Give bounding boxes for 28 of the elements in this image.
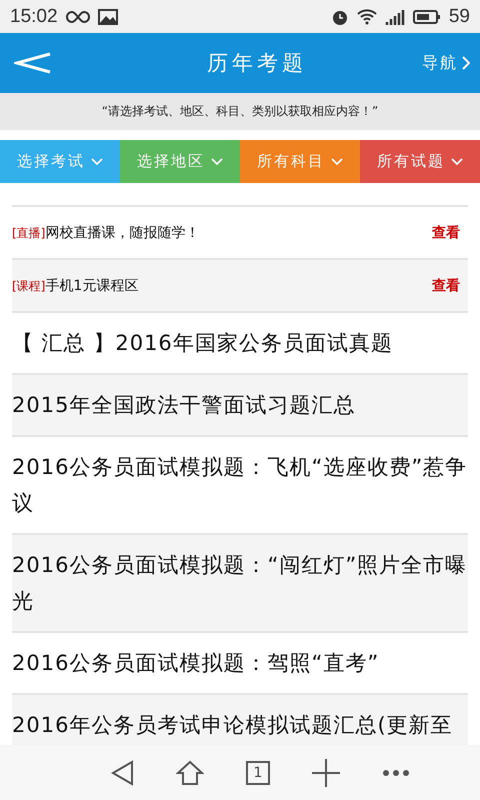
notice-text: “请选择考试、地区、科目、类别以获取相应内容！” (0, 93, 480, 130)
chevron-down-icon (91, 158, 103, 166)
view-link[interactable]: 查看 (432, 224, 468, 242)
nav-link[interactable]: 导航 (422, 52, 470, 74)
promo-text: [直播]网校直播课，随报随学！ (12, 224, 200, 242)
battery-icon (412, 8, 441, 24)
back-icon[interactable] (110, 760, 134, 786)
chevron-down-icon (451, 158, 463, 166)
filter-dropdown[interactable]: 所有试题 (360, 140, 480, 183)
view-link[interactable]: 查看 (432, 276, 468, 294)
more-icon[interactable] (382, 768, 410, 776)
home-icon[interactable] (176, 760, 204, 786)
status-time: 15:02 (10, 6, 58, 28)
infinity-icon (66, 10, 90, 24)
wifi-icon (356, 8, 377, 24)
image-icon (98, 8, 118, 24)
battery-level: 59 (448, 6, 470, 28)
plus-icon[interactable] (312, 758, 340, 786)
page-title: 历年考题 (206, 50, 308, 77)
chevron-down-icon (331, 158, 343, 166)
signal-icon (384, 8, 405, 24)
article-link[interactable]: 【 汇总 】2016年国家公务员面试真题 (12, 325, 393, 361)
promo-text: [课程]手机1元课程区 (12, 276, 140, 294)
chevron-right-icon (462, 56, 470, 70)
tab-count-button[interactable]: 1 (246, 760, 270, 784)
chevron-down-icon (211, 158, 223, 166)
article-link[interactable]: 2016公务员面试模拟题：飞机“选座收费”惹争议 (12, 449, 468, 521)
article-link[interactable]: 2016公务员面试模拟题：驾照“直考” (12, 645, 380, 681)
